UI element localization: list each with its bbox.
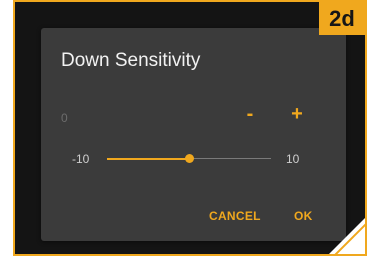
increment-button[interactable]: + xyxy=(285,102,309,126)
corner-accent xyxy=(327,216,365,254)
step-badge: 2d xyxy=(319,2,365,35)
screenshot-frame: Down Sensitivity 0 - + -10 10 CANCEL OK … xyxy=(13,0,367,256)
ok-button[interactable]: OK xyxy=(294,209,313,223)
slider-max-label: 10 xyxy=(286,152,300,166)
decrement-button[interactable]: - xyxy=(238,102,262,126)
cancel-button[interactable]: CANCEL xyxy=(209,209,261,223)
dialog-title: Down Sensitivity xyxy=(61,50,201,71)
slider-min-label: -10 xyxy=(72,152,90,166)
current-value-readout: 0 xyxy=(61,111,68,125)
slider-thumb[interactable] xyxy=(185,154,194,163)
slider-fill xyxy=(107,158,189,160)
sensitivity-slider[interactable] xyxy=(107,152,271,166)
sensitivity-dialog: Down Sensitivity 0 - + -10 10 CANCEL OK xyxy=(41,28,346,241)
